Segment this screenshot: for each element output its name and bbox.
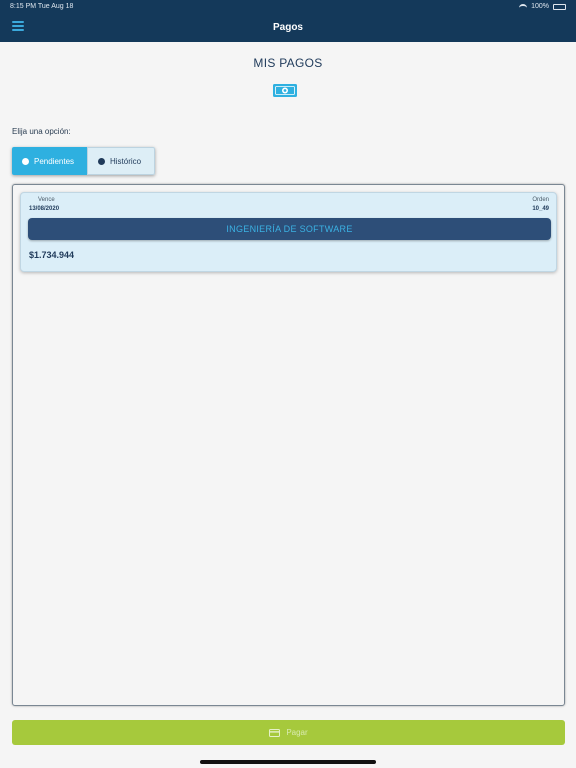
home-indicator [200,760,376,764]
course-name-bar: INGENIERÍA DE SOFTWARE [28,218,551,240]
page-title: MIS PAGOS [253,56,323,70]
status-time-date: 8:15 PM Tue Aug 18 [10,3,74,10]
payment-card[interactable]: Vence 13/08/2020 Orden 10_49 INGENIERÍA … [20,192,557,272]
order-number: 10_49 [532,206,549,212]
segment-pending-label: Pendientes [34,156,75,166]
due-label: Vence [38,197,55,203]
payment-filter-segment: Pendientes Histórico [12,147,155,175]
radio-selected-icon [22,157,29,165]
wifi-icon [519,3,528,10]
header-title: Pagos [272,22,303,33]
status-indicators: 100% [519,3,566,10]
money-bill-icon [273,84,297,97]
top-navigation-bar: 8:15 PM Tue Aug 18 100% Pagos [0,0,576,42]
pay-button[interactable]: Pagar [12,720,565,745]
pay-button-label: Pagar [286,728,308,737]
battery-percent: 100% [531,3,549,10]
segment-history-button[interactable]: Histórico [87,147,155,175]
segment-pending-button[interactable]: Pendientes [12,147,87,175]
radio-unselected-icon [98,157,105,165]
due-date: 13/08/2020 [29,206,60,212]
battery-icon [553,3,566,10]
segment-history-label: Histórico [110,156,142,166]
order-label: Orden [532,197,549,203]
payment-amount: $1.734.944 [29,250,75,260]
credit-card-icon [269,728,281,737]
choose-option-label: Elija una opción: [12,127,71,136]
payments-list-panel[interactable]: Vence 13/08/2020 Orden 10_49 INGENIERÍA … [12,184,565,706]
